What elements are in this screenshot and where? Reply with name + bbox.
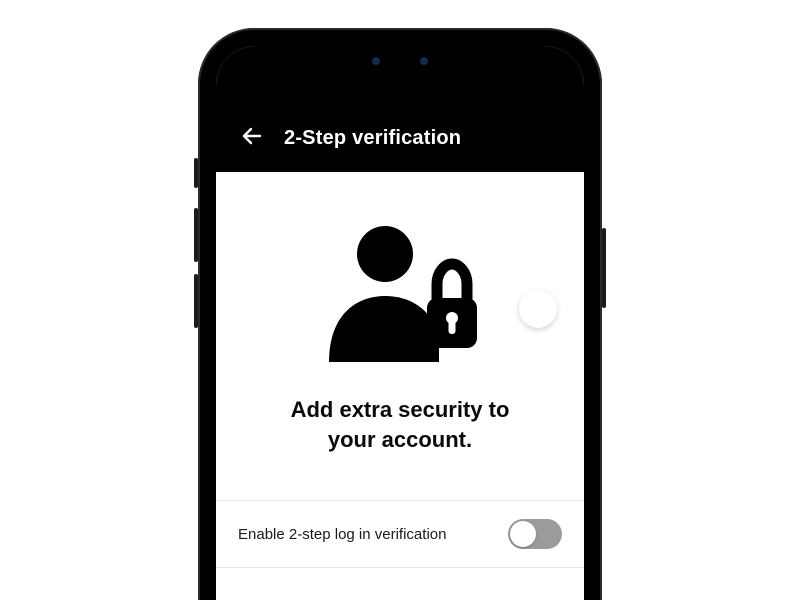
user-lock-icon bbox=[315, 212, 485, 367]
loading-indicator bbox=[519, 290, 557, 328]
phone-side-button bbox=[602, 228, 606, 308]
phone-side-button bbox=[194, 208, 198, 262]
page-title: 2-Step verification bbox=[284, 127, 461, 150]
toggle-knob bbox=[510, 521, 536, 547]
phone-frame: 2-Step verification bbox=[198, 28, 602, 600]
content-area: Add extra security to your account. Enab… bbox=[216, 172, 584, 568]
back-button[interactable] bbox=[238, 122, 266, 150]
phone-notch bbox=[305, 46, 495, 76]
heading-line: your account. bbox=[328, 427, 472, 452]
phone-screen: 2-Step verification bbox=[216, 46, 584, 600]
enable-2step-toggle[interactable] bbox=[508, 519, 562, 549]
enable-2step-row[interactable]: Enable 2-step log in verification bbox=[216, 501, 584, 568]
arrow-left-icon bbox=[240, 124, 264, 148]
heading-text: Add extra security to your account. bbox=[216, 395, 584, 454]
phone-side-button bbox=[194, 158, 198, 188]
toggle-label: Enable 2-step log in verification bbox=[238, 526, 446, 543]
phone-side-button bbox=[194, 274, 198, 328]
heading-line: Add extra security to bbox=[291, 397, 510, 422]
